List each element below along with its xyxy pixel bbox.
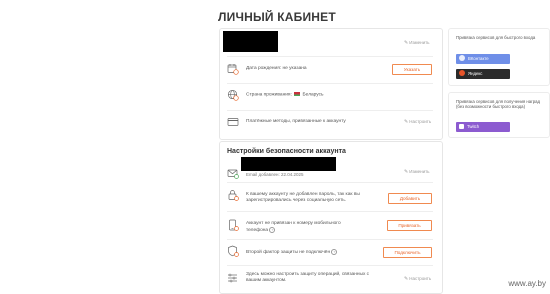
divider (227, 239, 433, 240)
country-label: Страна проживания: (246, 92, 292, 98)
yandex-button[interactable]: Яндекс (456, 69, 510, 79)
twitch-button[interactable]: Twitch (456, 122, 510, 132)
watermark: www.ay.by (508, 279, 546, 288)
fast-login-title: Привязка сервисов для быстрого входа (456, 35, 536, 40)
phone-text: Аккаунт не привязан к номеру мобильного … (246, 221, 341, 233)
edit-profile-link[interactable]: ✎Изменить (404, 40, 430, 46)
sliders-icon (228, 273, 237, 283)
vk-button[interactable]: ВКонтакте (456, 54, 510, 64)
operations-settings-link[interactable]: ✎Настроить (404, 276, 431, 282)
email-added-text: Email добавлен: 22.04.2025 (246, 172, 304, 177)
security-title: Настройки безопасности аккаунта (227, 148, 346, 155)
vk-icon (459, 55, 465, 61)
password-text: К вашему аккаунту не добавлен пароль, та… (246, 192, 360, 203)
payment-text: Платёжные методы, привязанные к аккаунту (246, 119, 346, 124)
link-phone-button[interactable]: Привязать (387, 220, 432, 231)
redacted-email (241, 157, 336, 171)
divider (227, 211, 433, 212)
globe-icon (227, 89, 239, 101)
redacted-username (223, 31, 278, 52)
divider (227, 83, 433, 84)
country-value: Беларусь (302, 92, 324, 98)
twofactor-text: Второй фактор защиты не подключён ? (246, 249, 338, 256)
enable-twofactor-button[interactable]: Подключить (383, 247, 432, 258)
country-row: Страна проживания: Беларусь (246, 92, 324, 99)
shield-icon (228, 245, 239, 257)
divider (227, 265, 433, 266)
calendar-icon (227, 64, 239, 75)
set-birthdate-button[interactable]: Указать (392, 64, 432, 75)
operations-text: Здесь можно настроить защиту операций, с… (246, 272, 370, 283)
payment-settings-link[interactable]: ✎Настроить (404, 119, 431, 125)
birthdate-text: Дата рождения: не указана (246, 66, 307, 71)
help-icon[interactable]: ? (269, 227, 276, 233)
belarus-flag-icon (294, 92, 301, 96)
edit-email-link[interactable]: ✎Изменить (404, 169, 430, 175)
credit-card-icon (227, 118, 239, 126)
divider (227, 110, 433, 111)
add-password-button[interactable]: Добавить (388, 193, 432, 204)
mail-icon (227, 169, 239, 179)
lock-icon (228, 190, 239, 201)
twitch-icon (459, 124, 464, 129)
rewards-title: Привязка сервисов для получения наград (… (456, 99, 540, 110)
yandex-icon (459, 70, 465, 76)
divider (227, 182, 433, 183)
divider (227, 56, 433, 57)
page-title: ЛИЧНЫЙ КАБИНЕТ (218, 10, 336, 24)
help-icon[interactable]: ? (331, 249, 338, 255)
phone-icon (229, 219, 239, 231)
